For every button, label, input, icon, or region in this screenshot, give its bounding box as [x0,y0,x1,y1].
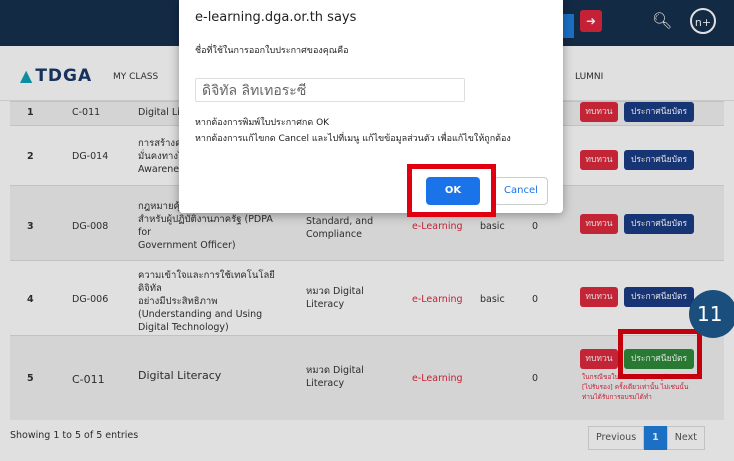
dialog-instruction-ok: หากต้องการพิมพ์ใบประกาศกด OK [195,118,330,128]
confirm-dialog: e-learning.dga.or.th says ชื่อที่ใช้ในกา… [179,0,563,213]
step-badge: 11 [689,290,734,338]
dialog-instruction-cancel: หากต้องการแก้ไขกด Cancel และไปที่เมนู แก… [195,134,511,144]
name-input[interactable]: ดิจิทัล ลิทเทอระซี [195,78,465,102]
dialog-title: e-learning.dga.or.th says [195,10,357,25]
dialog-message: ชื่อที่ใช้ในการออกใบประกาศของคุณคือ [195,46,349,56]
cancel-button[interactable]: Cancel [494,177,548,205]
ok-highlight [407,164,496,217]
